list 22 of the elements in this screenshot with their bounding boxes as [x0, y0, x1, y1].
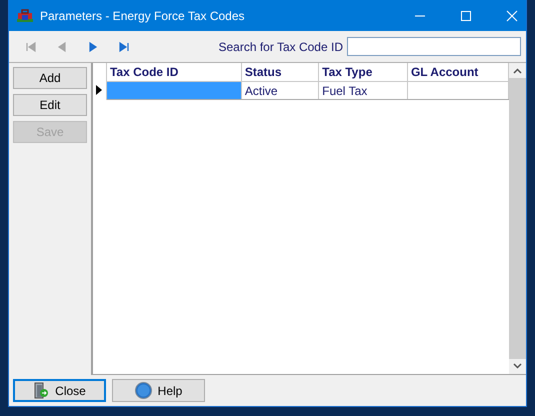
- search-label: Search for Tax Code ID: [218, 40, 343, 54]
- help-button[interactable]: Help: [112, 379, 205, 402]
- next-icon[interactable]: [87, 40, 99, 52]
- close-button[interactable]: Close: [13, 379, 106, 402]
- maximize-icon[interactable]: [460, 10, 472, 22]
- door-exit-icon: [33, 382, 50, 399]
- toolbox-icon: [17, 8, 33, 22]
- close-icon[interactable]: [506, 10, 518, 22]
- side-button[interactable]: Add: [13, 67, 87, 89]
- search-field[interactable]: [347, 37, 521, 56]
- column-header[interactable]: Status: [241, 63, 319, 82]
- column-header[interactable]: Tax Type: [318, 63, 408, 82]
- vertical-scrollbar[interactable]: [509, 63, 526, 374]
- table-cell: Active: [241, 82, 319, 100]
- last-record-icon[interactable]: [118, 40, 130, 52]
- window-title: Parameters - Energy Force Tax Codes: [40, 8, 246, 22]
- side-button[interactable]: Edit: [13, 94, 87, 116]
- scroll-down-icon[interactable]: [513, 363, 522, 369]
- column-header[interactable]: GL Account: [407, 63, 508, 82]
- table-cell: Fuel Tax: [318, 82, 408, 100]
- selected-cell[interactable]: [106, 82, 242, 100]
- scroll-up-icon[interactable]: [513, 68, 522, 74]
